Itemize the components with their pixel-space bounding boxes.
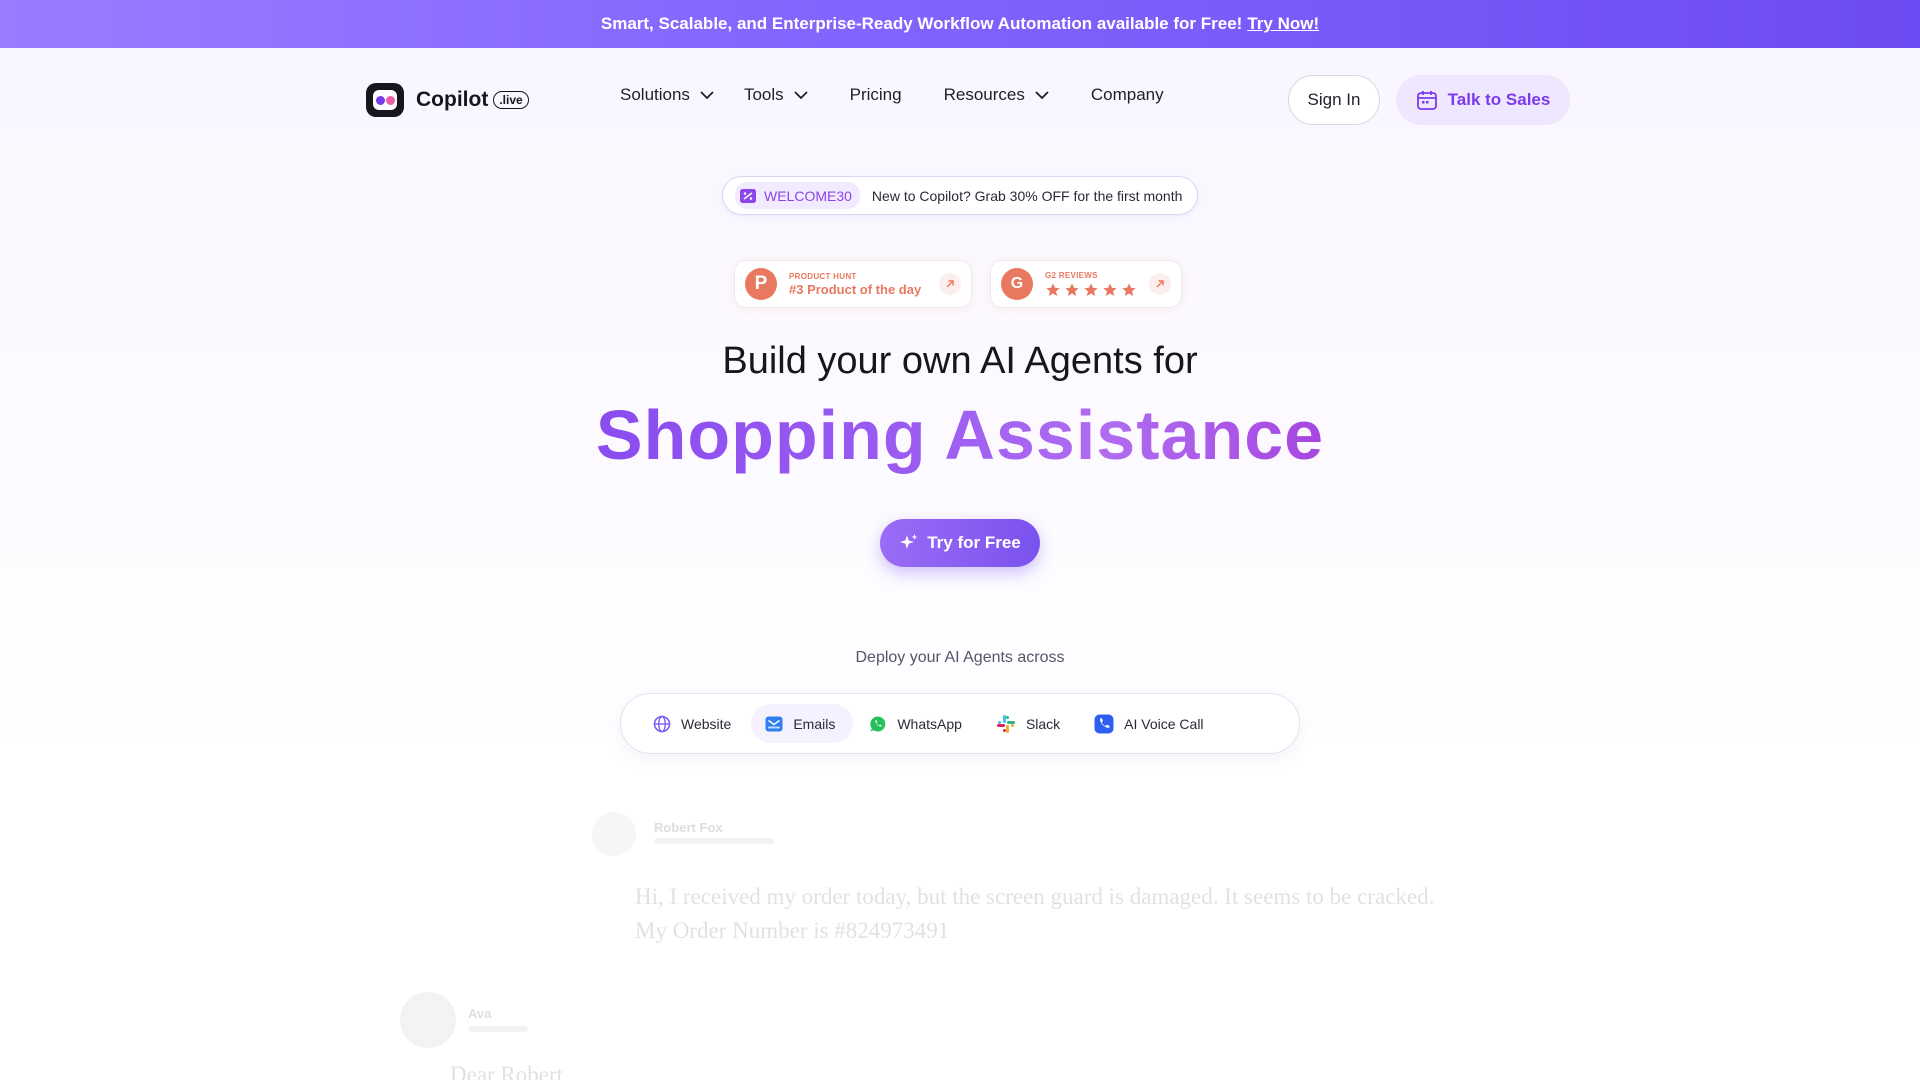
tab-slack[interactable]: Slack [982, 704, 1078, 743]
menu-label: Pricing [849, 85, 902, 104]
promo-text: New to Copilot? Grab 30% OFF for the fir… [871, 187, 1183, 204]
sign-in-button[interactable]: Sign In [1288, 75, 1380, 125]
tab-label: Website [681, 715, 732, 732]
menu-tools[interactable]: Tools [744, 85, 808, 105]
arrow-up-right-icon [1149, 273, 1171, 295]
sender-meta [654, 838, 774, 844]
chat-preview: Robert Fox Hi, I received my order today… [0, 800, 1920, 1080]
try-for-free-button[interactable]: Try for Free [880, 519, 1040, 567]
badge-title: #3 Product of the day [789, 281, 922, 297]
calendar-icon [1416, 91, 1437, 110]
tab-label: Emails [793, 715, 836, 732]
menu-label: Tools [743, 85, 784, 104]
globe-icon [653, 715, 671, 732]
logo-suffix: .live [493, 91, 529, 109]
email-icon [765, 716, 783, 731]
talk-to-sales-button[interactable]: Talk to Sales [1396, 75, 1570, 125]
try-for-free-label: Try for Free [927, 533, 1021, 552]
promo-banner: WELCOME30 New to Copilot? Grab 30% OFF f… [722, 176, 1198, 215]
star-icon [1122, 282, 1136, 296]
star-icon [1103, 282, 1117, 296]
chevron-down-icon [793, 90, 808, 99]
hero-highlight: Shopping Assistance [0, 395, 1920, 475]
badge-caption: G2 REVIEWS [1045, 270, 1098, 280]
product-hunt-icon: P [745, 268, 777, 300]
logo-icon [366, 83, 404, 117]
tab-label: AI Voice Call [1124, 715, 1204, 732]
logo[interactable]: Copilot .live [366, 83, 529, 117]
talk-to-sales-label: Talk to Sales [1447, 90, 1551, 109]
menu-company[interactable]: Company [1091, 85, 1164, 105]
chevron-down-icon [700, 90, 714, 99]
tab-label: WhatsApp [897, 715, 962, 732]
avatar [592, 812, 636, 856]
tab-whatsapp[interactable]: WhatsApp [855, 704, 980, 743]
menu-label: Company [1090, 85, 1164, 104]
avatar [400, 992, 456, 1048]
tab-emails[interactable]: Emails [751, 704, 854, 743]
slack-icon [996, 714, 1015, 733]
tab-ai-voice-call[interactable]: AI Voice Call [1080, 704, 1221, 743]
star-icon [1084, 282, 1098, 296]
main-menu: Solutions Tools Pricing Resources Compan… [620, 85, 1164, 105]
hero-heading: Build your own AI Agents for [722, 340, 1198, 382]
top-nav: Copilot .live Solutions Tools Pricing Re… [0, 48, 1920, 152]
whatsapp-icon [870, 715, 886, 731]
try-now-link[interactable]: Try Now! [1247, 14, 1319, 34]
product-hunt-badge[interactable]: P PRODUCT HUNT #3 Product of the day [734, 260, 972, 308]
sparkle-icon [900, 534, 918, 549]
badge-caption: PRODUCT HUNT [789, 271, 857, 281]
tab-label: Slack [1025, 715, 1061, 732]
menu-solutions[interactable]: Solutions [620, 85, 714, 105]
arrow-up-right-icon [939, 273, 961, 295]
g2-icon: G [1001, 268, 1033, 300]
menu-label: Solutions [620, 85, 690, 104]
promo-code-chip[interactable]: WELCOME30 [735, 182, 860, 209]
phone-icon [1094, 714, 1114, 733]
tab-website[interactable]: Website [639, 704, 749, 743]
customer-message: Hi, I received my order today, but the s… [635, 884, 1435, 943]
menu-resources[interactable]: Resources [944, 85, 1049, 105]
announcement-text: Smart, Scalable, and Enterprise-Ready Wo… [600, 14, 1243, 33]
star-icon [1046, 282, 1060, 296]
menu-label: Resources [943, 85, 1025, 104]
channel-tabs: Website Emails WhatsApp Slack AI Voice C… [620, 693, 1300, 754]
announcement-bar: Smart, Scalable, and Enterprise-Ready Wo… [0, 0, 1920, 48]
agent-reply: Dear Robert [450, 1062, 564, 1080]
page: Smart, Scalable, and Enterprise-Ready Wo… [0, 0, 1920, 1080]
star-rating [1045, 282, 1137, 298]
agent-name: Ava [468, 1006, 492, 1021]
menu-pricing[interactable]: Pricing [850, 85, 902, 105]
sender-name: Robert Fox [654, 820, 723, 835]
promo-code: WELCOME30 [764, 187, 852, 204]
g2-reviews-badge[interactable]: G G2 REVIEWS [990, 260, 1182, 308]
deploy-label: Deploy your AI Agents across [855, 649, 1065, 666]
star-icon [1065, 282, 1079, 296]
logo-name: Copilot [416, 88, 489, 111]
chevron-down-icon [1035, 90, 1049, 99]
agent-meta [468, 1026, 528, 1032]
ticket-icon [740, 188, 756, 203]
hero-highlight-text: Shopping Assistance [595, 396, 1325, 474]
